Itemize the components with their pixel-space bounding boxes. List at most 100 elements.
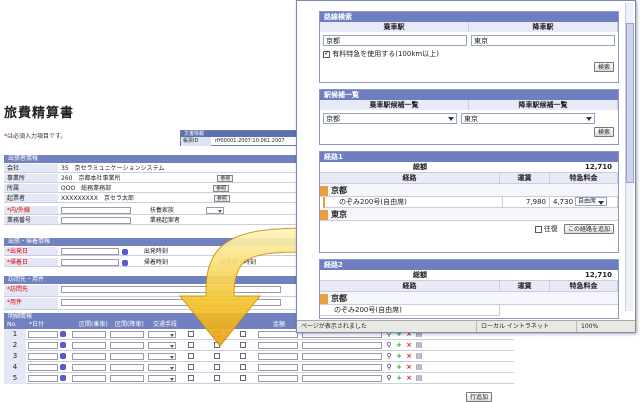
route-1-header: 経路1 — [320, 152, 618, 162]
route-1-total-label: 総額 — [413, 163, 427, 171]
roundtrip-checkbox[interactable] — [534, 225, 542, 233]
department-lookup-button[interactable]: 参照 — [213, 185, 230, 192]
department-row: 所属 OOO 総務業務部 参照 — [4, 184, 296, 193]
alight-section-input[interactable] — [110, 341, 144, 349]
add-icon[interactable]: + — [395, 374, 403, 382]
page-title: 旅費精算書 — [4, 106, 75, 121]
date-input[interactable] — [28, 374, 58, 382]
remarks-input[interactable] — [302, 363, 382, 371]
transport-select[interactable] — [148, 363, 176, 371]
departure-date-input[interactable] — [61, 248, 119, 255]
row-checkbox[interactable] — [240, 375, 246, 381]
express-checkbox[interactable] — [323, 49, 330, 58]
fare-col-header: 運賃 — [500, 173, 550, 184]
roundtrip-label: 往復 — [543, 225, 558, 233]
date-input[interactable] — [28, 352, 58, 360]
dependents-select[interactable] — [205, 207, 224, 214]
board-candidates-select[interactable]: 京都 — [323, 113, 457, 124]
row-number: 2 — [4, 339, 26, 351]
applicant-section-header: 出張者情報 — [4, 155, 296, 163]
date-input[interactable] — [28, 341, 58, 349]
route-2-total-label: 総額 — [413, 271, 427, 279]
calendar-icon[interactable] — [60, 364, 66, 370]
station-marker-icon — [320, 209, 328, 220]
amount-input[interactable] — [258, 363, 298, 371]
board-section-input[interactable] — [72, 341, 106, 349]
author-lookup-button[interactable]: 参照 — [213, 195, 230, 202]
return-date-input[interactable] — [61, 259, 119, 266]
calendar-icon[interactable] — [60, 342, 66, 348]
zoom-level[interactable]: 100% — [577, 321, 635, 332]
copy-icon[interactable]: ▤ — [415, 352, 423, 360]
station-candidates-pane: 駅候補一覧 乗車駅候補一覧 降車駅候補一覧 京都 東京 検索 — [319, 89, 619, 145]
station-marker-icon — [320, 185, 328, 196]
business-no-input[interactable] — [61, 217, 131, 224]
delete-icon[interactable]: × — [405, 363, 413, 371]
delete-icon[interactable]: × — [405, 341, 413, 349]
copy-icon[interactable]: ▤ — [415, 363, 423, 371]
calendar-icon[interactable] — [60, 375, 66, 381]
alight-station-input[interactable]: 東京 — [471, 35, 615, 46]
add-icon[interactable]: + — [395, 352, 403, 360]
route-2-header: 経路2 — [320, 260, 618, 270]
route-search-header: 路線検索 — [320, 12, 618, 22]
alight-section-input[interactable] — [110, 330, 144, 338]
status-text: ページが表示されました — [297, 321, 477, 332]
date-input[interactable] — [28, 330, 58, 338]
board-section-input[interactable] — [72, 374, 106, 382]
board-section-input[interactable] — [72, 363, 106, 371]
row-checkbox[interactable] — [214, 375, 220, 381]
search-icon[interactable]: ⚲ — [385, 374, 393, 382]
form-id-label: 帳票ID — [181, 137, 211, 146]
copy-icon[interactable]: ▤ — [415, 341, 423, 349]
remarks-input[interactable] — [302, 374, 382, 382]
search-icon[interactable]: ⚲ — [385, 341, 393, 349]
calendar-icon[interactable] — [122, 248, 128, 255]
date-input[interactable] — [28, 363, 58, 371]
table-row: 5 ⚲ + × ▤ — [4, 372, 514, 384]
delete-icon[interactable]: × — [405, 374, 413, 382]
company-value: 35 京セラミュニケーションシステム — [61, 165, 165, 172]
alight-section-input[interactable] — [110, 352, 144, 360]
search-icon[interactable]: ⚲ — [385, 352, 393, 360]
board-station-input[interactable]: 京都 — [323, 35, 467, 46]
route-2-train: のぞみ200号(自由席) — [320, 305, 500, 316]
board-section-input[interactable] — [72, 352, 106, 360]
popup-scrollbar[interactable] — [625, 3, 634, 311]
document-info-box: 文書情報 帳票ID rff00001:2007:10:061:2007 — [180, 130, 300, 146]
delete-icon[interactable]: × — [405, 352, 413, 360]
calendar-icon[interactable] — [60, 353, 66, 359]
add-icon[interactable]: + — [395, 341, 403, 349]
amount-input[interactable] — [258, 374, 298, 382]
form-id-value: rff00001:2007:10:061:2007 — [215, 138, 285, 144]
extension-input[interactable] — [61, 207, 131, 214]
alight-section-input[interactable] — [110, 363, 144, 371]
alight-section-input[interactable] — [110, 374, 144, 382]
alight-candidates-label: 降車駅候補一覧 — [469, 100, 618, 110]
route-search-button[interactable]: 検索 — [593, 62, 614, 72]
scrollbar-thumb[interactable] — [626, 23, 634, 183]
calendar-icon[interactable] — [122, 259, 128, 266]
add-route-button[interactable]: この経路を追加 — [563, 224, 614, 234]
alight-candidates-select[interactable]: 東京 — [461, 113, 595, 124]
add-icon[interactable]: + — [395, 363, 403, 371]
row-checkbox[interactable] — [240, 364, 246, 370]
browser-status-bar: ページが表示されました ローカル イントラネット 100% — [297, 320, 635, 332]
transport-select[interactable] — [148, 374, 176, 382]
row-checkbox[interactable] — [214, 364, 220, 370]
search-icon[interactable]: ⚲ — [385, 363, 393, 371]
add-row-button[interactable]: 行追加 — [466, 392, 493, 402]
alight-station-label: 降車駅 — [469, 22, 618, 32]
office-lookup-button[interactable]: 参照 — [217, 175, 234, 182]
board-section-input[interactable] — [72, 330, 106, 338]
extension-row: *内/外線 扶養家族 — [4, 206, 296, 215]
calendar-icon[interactable] — [60, 331, 66, 337]
route-1-train: のぞみ200号(自由席) — [323, 197, 503, 208]
route-1-from-station: 京都 — [320, 184, 618, 197]
row-checkbox[interactable] — [188, 375, 194, 381]
seat-type-select[interactable]: 自由席 — [575, 197, 608, 206]
board-station-label: 乗車駅 — [320, 22, 469, 32]
row-checkbox[interactable] — [188, 364, 194, 370]
copy-icon[interactable]: ▤ — [415, 374, 423, 382]
candidates-search-button[interactable]: 検索 — [593, 127, 614, 137]
